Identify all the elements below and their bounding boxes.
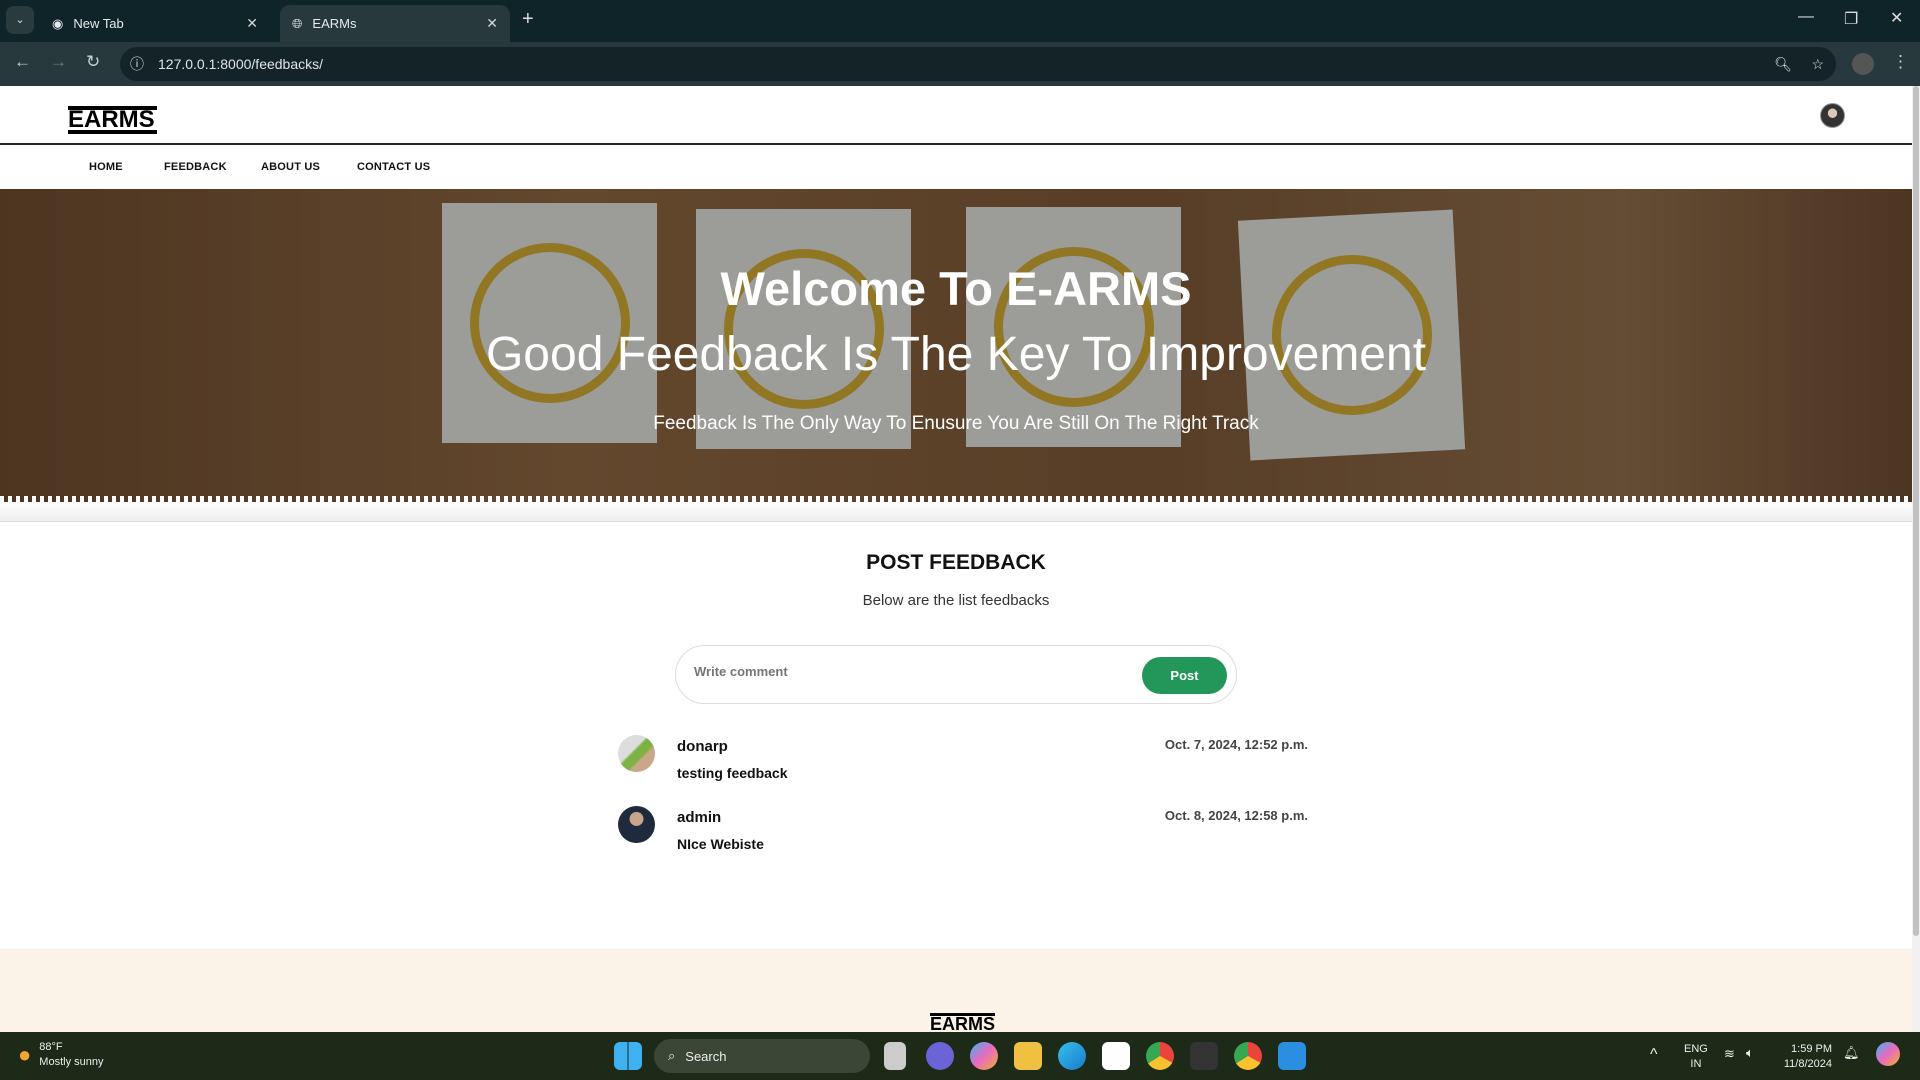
logo-mark: EARMS [930, 1013, 996, 1034]
chrome-icon: ◉ [52, 15, 64, 31]
close-tab-icon[interactable]: ✕ [246, 15, 258, 32]
nav-feedback[interactable]: FEEDBACK [164, 161, 227, 173]
chrome-taskbar-icon[interactable] [1146, 1042, 1174, 1070]
feedback-date: Oct. 8, 2024, 12:58 p.m. [1164, 808, 1308, 823]
browser-tab-bar: ⌄ ◉ New Tab ✕ 🌐︎ EARMs ✕ + — ❐ ✕ [0, 0, 1920, 42]
minimize-button[interactable]: — [1798, 8, 1814, 26]
section-subtitle: Below are the list feedbacks [862, 592, 1050, 609]
search-label: Search [685, 1048, 727, 1064]
tab-new-tab[interactable]: ◉ New Tab ✕ [40, 5, 270, 42]
scrollbar-thumb[interactable] [1913, 86, 1919, 936]
task-view-icon[interactable] [884, 1042, 906, 1070]
zoom-icon[interactable]: 🔍︎ [1774, 56, 1792, 73]
bookmark-star-icon[interactable]: ☆ [1811, 56, 1824, 73]
hero-banner: Welcome To E-ARMS Good Feedback Is The K… [0, 189, 1912, 502]
nav-home[interactable]: HOME [89, 161, 123, 173]
restore-button[interactable]: ❐ [1844, 9, 1858, 29]
footer-logo: EARMS [930, 1013, 996, 1034]
volume-icon[interactable]: 🔈︎ [1746, 1045, 1754, 1061]
region: IN [1690, 1058, 1702, 1070]
clock[interactable]: 1:59 PM 11/8/2024 [1776, 1042, 1832, 1072]
user-avatar [618, 735, 655, 772]
close-window-button[interactable]: ✕ [1890, 8, 1903, 28]
weather-desc: Mostly sunny [39, 1056, 104, 1068]
site-info-icon[interactable]: ⓘ [130, 54, 144, 74]
time: 1:59 PM [1791, 1043, 1832, 1055]
taskbar-search[interactable]: ⌕ Search [654, 1039, 870, 1073]
hero-subtitle: Good Feedback Is The Key To Improvement [485, 328, 1427, 381]
copilot-tray-icon[interactable] [1876, 1042, 1900, 1066]
terminal-icon[interactable] [1190, 1042, 1218, 1070]
user-avatar[interactable] [1820, 103, 1845, 128]
site-header: EARMS [0, 86, 1912, 145]
comment-form: Post [675, 645, 1237, 704]
tab-label: EARMs [312, 16, 357, 31]
feedback-item: donarp Oct. 7, 2024, 12:52 p.m. testing … [618, 735, 1308, 795]
divider-band [0, 502, 1912, 522]
teams-icon[interactable] [926, 1042, 954, 1070]
page-scrollbar[interactable] [1912, 86, 1920, 1032]
main-nav: HOME FEEDBACK ABOUT US CONTACT US [0, 147, 1912, 189]
feedback-user: donarp [677, 738, 728, 755]
weather-widget[interactable]: ● 88°F Mostly sunny [18, 1040, 104, 1070]
nav-contact-us[interactable]: CONTACT US [357, 161, 430, 173]
comment-input[interactable] [694, 664, 1124, 679]
browser-toolbar: ← → ↻ ⓘ 127.0.0.1:8000/feedbacks/ 🔍︎ ☆ ⋮ [0, 42, 1920, 86]
feedback-item: admin Oct. 8, 2024, 12:58 p.m. NIce Webi… [618, 806, 1308, 866]
globe-icon: 🌐︎ [292, 15, 303, 31]
tab-label: New Tab [73, 16, 124, 31]
feedback-text: testing feedback [677, 765, 788, 781]
url-text: 127.0.0.1:8000/feedbacks/ [158, 56, 324, 72]
feedback-text: NIce Webiste [677, 836, 764, 852]
search-icon: ⌕ [668, 1048, 676, 1063]
nav-about-us[interactable]: ABOUT US [261, 161, 320, 173]
new-tab-button[interactable]: + [522, 8, 534, 31]
feedback-date: Oct. 7, 2024, 12:52 p.m. [1164, 737, 1308, 752]
tray-chevron-icon[interactable]: ^ [1650, 1046, 1658, 1064]
back-icon[interactable]: ← [14, 52, 31, 72]
date: 11/8/2024 [1783, 1058, 1832, 1070]
copilot-icon[interactable] [970, 1042, 998, 1070]
language-indicator[interactable]: ENG IN [1684, 1042, 1708, 1072]
hero-title: Welcome To E-ARMS [720, 262, 1192, 315]
feedback-user: admin [677, 809, 722, 826]
tab-list-button[interactable]: ⌄ [6, 6, 34, 34]
edge-icon[interactable] [1058, 1042, 1086, 1070]
logo-mark: EARMS [68, 106, 157, 134]
chrome-active-icon[interactable] [1234, 1042, 1262, 1070]
profile-avatar[interactable] [1852, 53, 1874, 75]
windows-start-icon[interactable] [614, 1042, 642, 1070]
address-bar[interactable]: ⓘ 127.0.0.1:8000/feedbacks/ 🔍︎ ☆ [120, 47, 1836, 81]
windows-taskbar: ● 88°F Mostly sunny ⌕ Search ^ ENG IN ≋ … [0, 1032, 1920, 1080]
lang: ENG [1684, 1043, 1708, 1055]
notification-bell-icon[interactable]: 🔔︎ [1843, 1045, 1860, 1061]
wifi-icon[interactable]: ≋ [1724, 1046, 1735, 1062]
store-icon[interactable] [1102, 1042, 1130, 1070]
sun-icon: ● [18, 1042, 32, 1067]
weather-temp: 88°F [39, 1041, 63, 1053]
site-logo[interactable]: EARMS [68, 106, 157, 134]
reload-icon[interactable]: ↻ [86, 52, 100, 72]
post-button[interactable]: Post [1142, 657, 1227, 694]
close-tab-icon[interactable]: ✕ [486, 15, 498, 32]
file-explorer-icon[interactable] [1014, 1042, 1042, 1070]
section-title: POST FEEDBACK [866, 551, 1046, 574]
user-avatar [618, 806, 655, 843]
menu-icon[interactable]: ⋮ [1892, 52, 1909, 72]
tab-earms[interactable]: 🌐︎ EARMs ✕ [280, 5, 510, 42]
vscode-icon[interactable] [1278, 1042, 1306, 1070]
forward-icon[interactable]: → [50, 52, 67, 72]
hero-tagline: Feedback Is The Only Way To Enusure You … [653, 413, 1259, 434]
site-footer: EARMS [0, 949, 1912, 1034]
